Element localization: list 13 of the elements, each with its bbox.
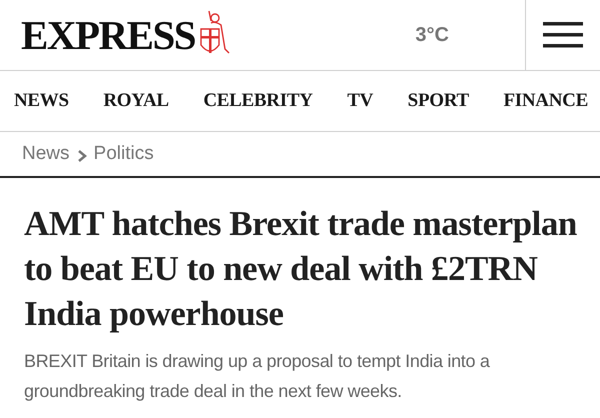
headline: AMT hatches Brexit trade masterplan to beat EU to new deal with £2TRN India powerhouse xyxy=(24,203,578,335)
nav-link[interactable]: FINANCE xyxy=(503,90,588,112)
nav-link[interactable]: TV xyxy=(347,90,374,112)
standfirst: BREXIT Britain is drawing up a proposal to tempt India into a groundbreaking trade deal in the next few weeks. xyxy=(24,350,491,403)
nav-link[interactable]: ROYAL xyxy=(103,90,169,112)
chevron-icon xyxy=(76,149,88,163)
nav-link[interactable]: CELEBRITY xyxy=(203,90,313,112)
nav-link[interactable]: SPORT xyxy=(408,90,469,112)
breadcrumb-link[interactable]: News xyxy=(22,143,70,165)
nav-link[interactable]: NEWS xyxy=(14,90,69,112)
temperature: 3°C xyxy=(415,24,449,46)
logo-text[interactable]: EXPRESS xyxy=(21,11,196,59)
breadcrumb-link[interactable]: Politics xyxy=(94,143,154,165)
